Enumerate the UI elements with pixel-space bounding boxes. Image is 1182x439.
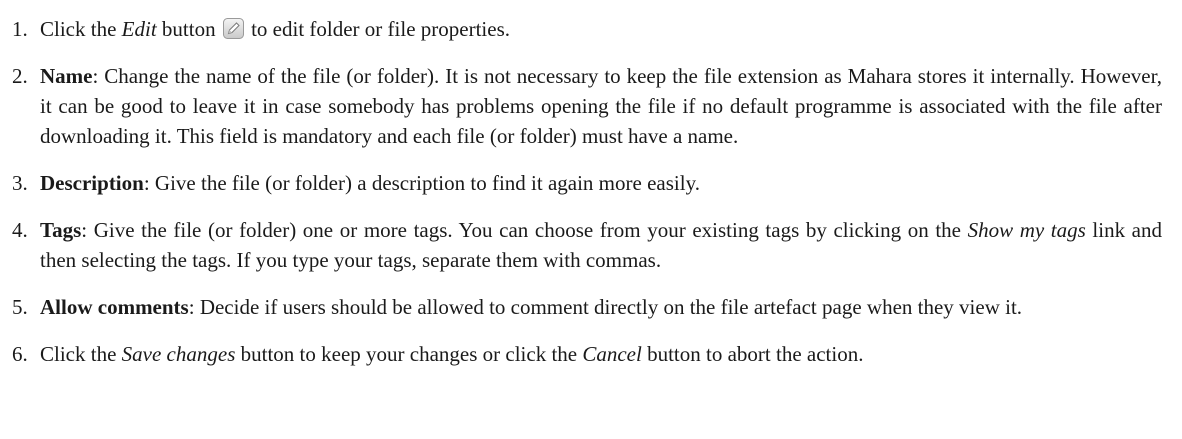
document-body: 1. Click the Edit button to edit folder … (0, 0, 1182, 369)
item-number: 1. (12, 17, 28, 41)
edit-term: Edit (121, 17, 157, 41)
instruction-list: 1. Click the Edit button to edit folder … (12, 14, 1162, 369)
item-text: button (156, 17, 221, 41)
item-text: : Change the name of the file (or folder… (40, 64, 1162, 148)
item-number: 6. (12, 342, 28, 366)
item-term: Tags (40, 218, 82, 242)
item-term: Description (40, 171, 144, 195)
item-text: button to abort the action. (641, 342, 864, 366)
item-term: Name (40, 64, 93, 88)
list-item: 6. Click the Save changes button to keep… (12, 339, 1162, 369)
item-number: 5. (12, 295, 28, 319)
item-term: Allow comments (40, 295, 189, 319)
edit-pencil-icon (222, 17, 244, 39)
item-number: 4. (12, 218, 28, 242)
list-item: 5. Allow comments: Decide if users shoul… (12, 292, 1162, 322)
item-text: : Decide if users should be allowed to c… (188, 295, 1023, 319)
item-text: : Give the file (or folder) a descriptio… (143, 171, 700, 195)
save-changes-term: Save changes (121, 342, 236, 366)
show-my-tags-term: Show my tags (967, 218, 1086, 242)
item-text: : Give the file (or folder) one or more … (81, 218, 968, 242)
item-number: 2. (12, 64, 28, 88)
list-item: 2. Name: Change the name of the file (or… (12, 61, 1162, 151)
cancel-term: Cancel (582, 342, 642, 366)
item-text: button to keep your changes or click the (235, 342, 583, 366)
item-number: 3. (12, 171, 28, 195)
item-text: Click the (40, 17, 122, 41)
item-text: to edit folder or file properties. (245, 17, 510, 41)
list-item: 4. Tags: Give the file (or folder) one o… (12, 215, 1162, 275)
list-item: 1. Click the Edit button to edit folder … (12, 14, 1162, 44)
list-item: 3. Description: Give the file (or folder… (12, 168, 1162, 198)
item-text: Click the (40, 342, 122, 366)
